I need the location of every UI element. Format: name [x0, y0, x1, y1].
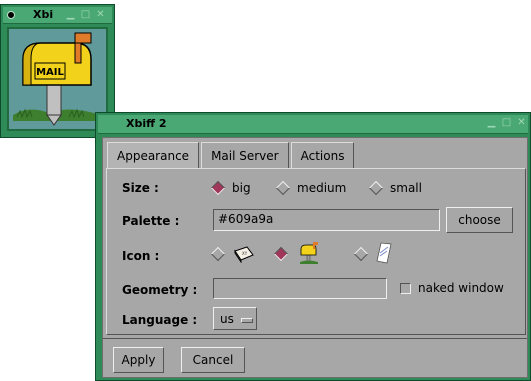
icon-label: Icon :	[122, 249, 160, 263]
cancel-button[interactable]: Cancel	[181, 347, 245, 373]
mini-title-bar[interactable]: Xbi ▁ □ ✕	[3, 7, 112, 24]
mailbox-icon: MAIL	[13, 32, 101, 126]
choose-button[interactable]: choose	[446, 207, 513, 233]
naked-window-label: naked window	[418, 281, 504, 295]
radio-icon	[368, 180, 384, 196]
button-bar: Apply Cancel	[103, 338, 527, 375]
naked-window-checkbox[interactable]	[400, 283, 411, 294]
size-option-small[interactable]: small	[368, 180, 422, 196]
close-icon[interactable]: ✕	[95, 9, 106, 20]
size-option-big[interactable]: big	[210, 180, 251, 196]
radio-selected-icon	[273, 246, 289, 262]
palette-input[interactable]: #609a9a	[213, 209, 440, 231]
apply-button[interactable]: Apply	[113, 347, 164, 373]
radio-icon	[353, 246, 369, 262]
size-option-medium[interactable]: medium	[275, 180, 346, 196]
mailbox-icon	[300, 242, 318, 264]
mini-window-title: Xbi	[33, 8, 54, 21]
minimize-icon[interactable]: ▁	[65, 9, 76, 20]
close-icon[interactable]: ✕	[516, 117, 527, 128]
main-window-title: Xbiff 2	[126, 117, 167, 130]
tab-appearance[interactable]: Appearance	[107, 142, 200, 169]
tab-bar: Appearance Mail Server Actions	[107, 142, 356, 169]
xbiff2-settings-window: Xbiff 2 ▁ □ ✕ Appearance Mail Server Act…	[95, 112, 531, 381]
icon-option-mailbox[interactable]	[273, 246, 295, 262]
main-title-bar[interactable]: Xbiff 2 ▁ □ ✕	[98, 115, 528, 134]
language-label: Language :	[122, 313, 198, 327]
maximize-icon[interactable]: □	[80, 9, 91, 20]
radio-icon	[210, 246, 226, 262]
geometry-input[interactable]	[213, 278, 387, 299]
palette-label: Palette :	[122, 214, 180, 228]
mailbox-view[interactable]: MAIL	[7, 27, 108, 131]
language-value: us	[220, 312, 234, 326]
size-label: Size :	[122, 181, 159, 195]
maximize-icon[interactable]: □	[501, 117, 512, 128]
window-menu-icon[interactable]	[7, 11, 15, 19]
appearance-page: Size : big medium small Palette : #609a9…	[106, 168, 526, 335]
tab-actions[interactable]: Actions	[290, 142, 355, 168]
radio-icon	[275, 180, 291, 196]
geometry-label: Geometry :	[122, 283, 198, 297]
envelope-icon: XY	[234, 246, 254, 263]
svg-text:XY: XY	[242, 251, 248, 256]
radio-selected-icon	[210, 180, 226, 196]
language-select[interactable]: us	[213, 307, 257, 330]
tab-mail-server[interactable]: Mail Server	[201, 142, 289, 168]
mail-label: MAIL	[36, 67, 64, 78]
icon-option-envelope[interactable]	[210, 246, 232, 262]
settings-panel: Appearance Mail Server Actions Size : bi…	[102, 137, 528, 378]
letter-icon	[376, 242, 392, 264]
option-menu-indicator-icon	[241, 318, 253, 323]
minimize-icon[interactable]: ▁	[486, 117, 497, 128]
icon-option-letter[interactable]	[353, 246, 375, 262]
